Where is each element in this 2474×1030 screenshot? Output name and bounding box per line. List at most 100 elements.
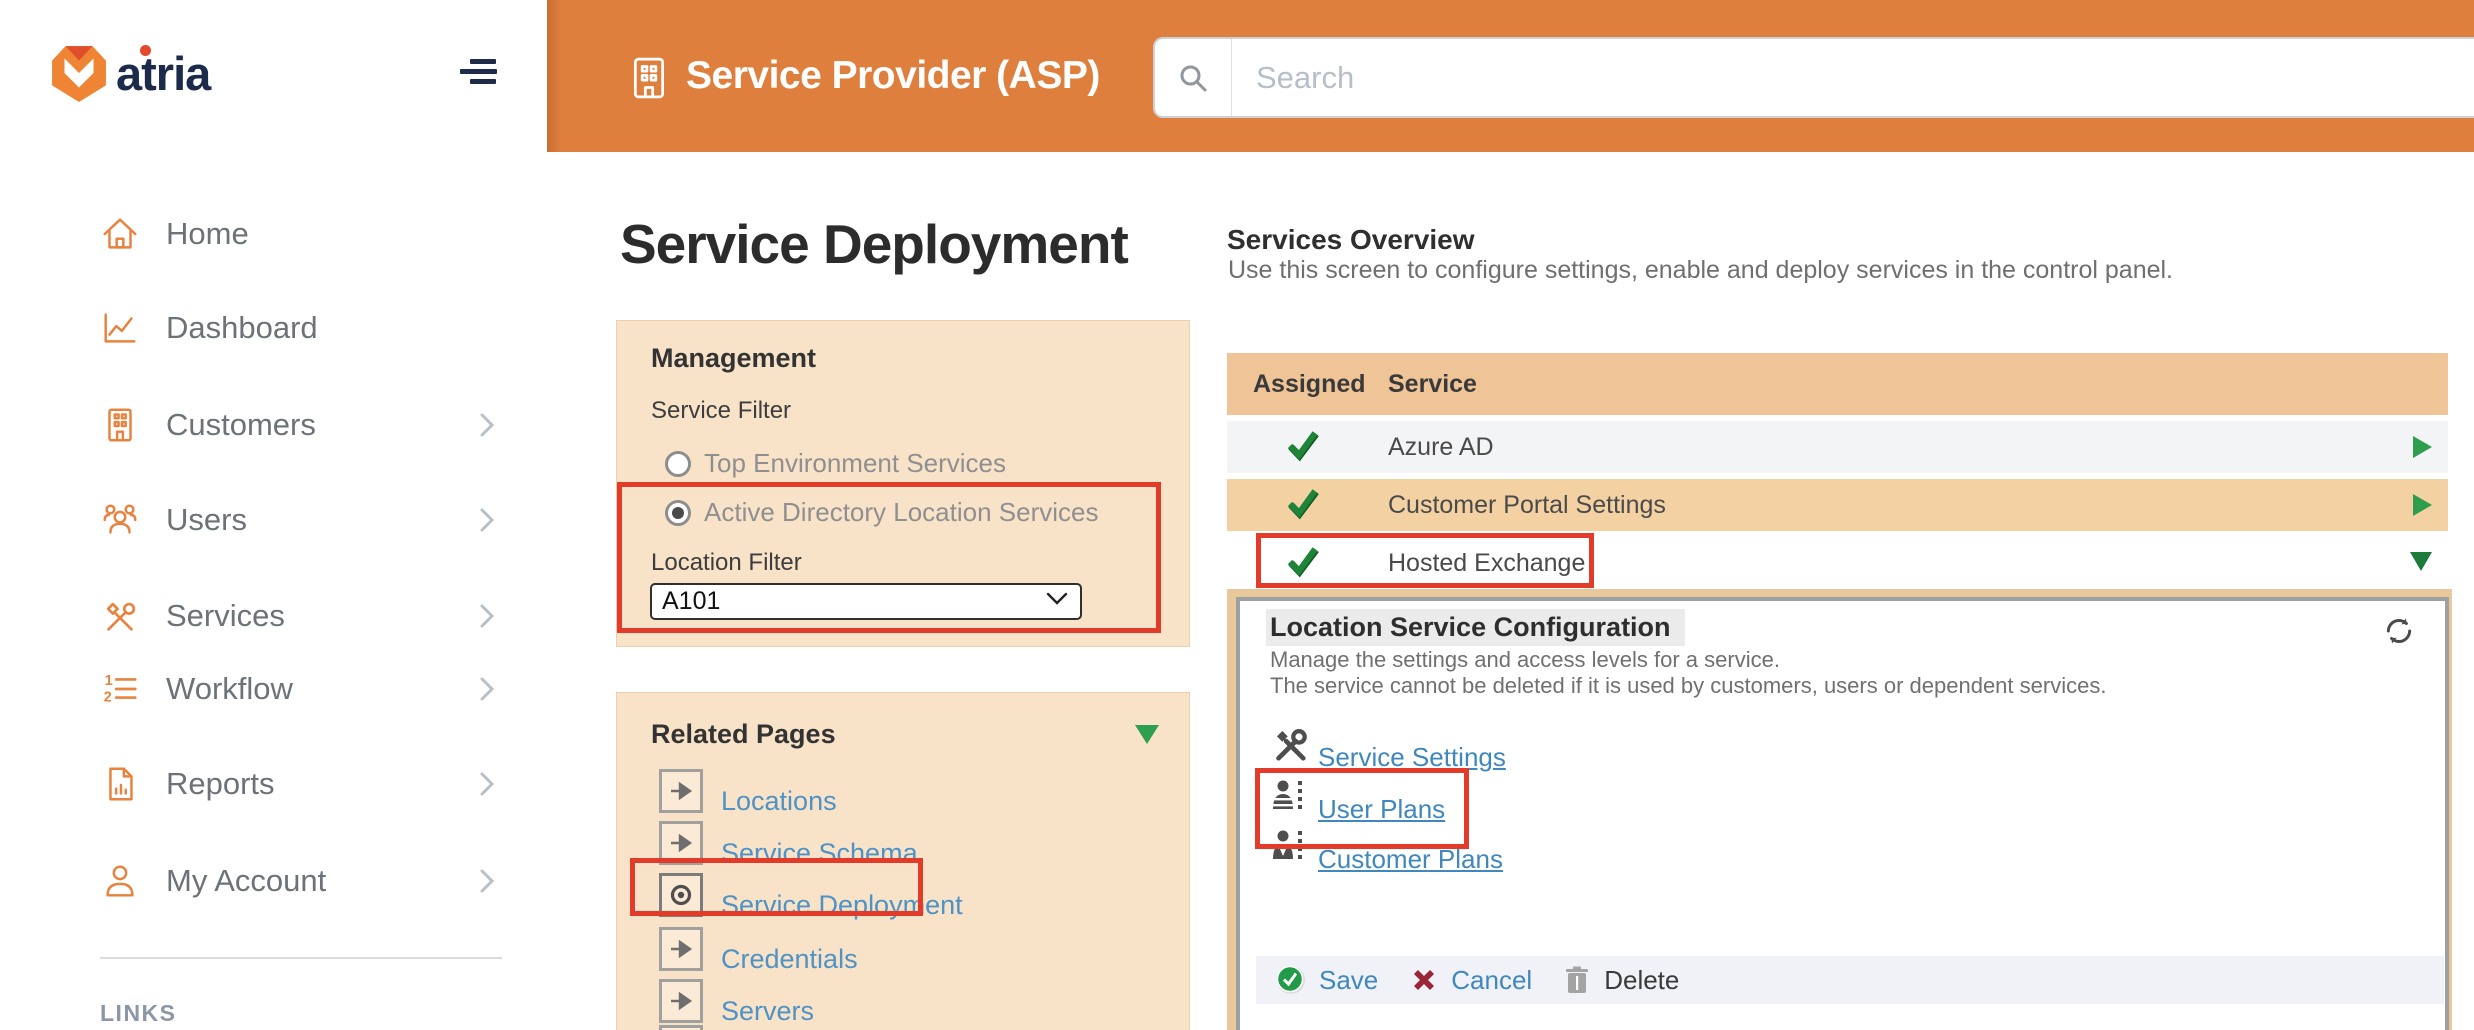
related-pages-title: Related Pages [651, 719, 836, 750]
forward-icon [659, 821, 703, 865]
forward-icon [659, 1025, 703, 1030]
sidebar-item-my-account[interactable]: My Account [0, 858, 547, 904]
table-row-customer-portal-settings[interactable]: Customer Portal Settings [1227, 479, 2448, 531]
sidebar-item-customers[interactable]: Customers [0, 402, 547, 448]
links-heading: LINKS [100, 1000, 177, 1027]
customers-icon [98, 403, 142, 447]
chevron-right-icon [480, 508, 494, 537]
svg-text:2: 2 [104, 689, 112, 705]
home-icon [98, 212, 142, 256]
sidebar: atria Home Dashboard [0, 0, 547, 1030]
service-name: Hosted Exchange [1388, 549, 1585, 578]
sidebar-item-home[interactable]: Home [0, 211, 547, 257]
delete-button[interactable]: Delete [1604, 965, 1679, 996]
related-page-service-deployment[interactable]: Service Deployment [659, 873, 963, 917]
sidebar-item-label: Workflow [166, 671, 293, 707]
management-panel-title: Management [651, 343, 816, 374]
user-plan-icon [1270, 779, 1308, 820]
table-row-azure-ad[interactable]: Azure AD [1227, 421, 2448, 473]
tools-icon [1270, 725, 1308, 768]
service-name: Customer Portal Settings [1388, 491, 1666, 520]
sidebar-collapse-icon[interactable] [460, 58, 498, 86]
collapse-triangle-icon[interactable] [2410, 552, 2432, 571]
services-overview-description: Use this screen to configure settings, e… [1228, 256, 2173, 285]
related-page-partial[interactable] [659, 1025, 703, 1030]
customer-plans-link[interactable]: Customer Plans [1270, 829, 1503, 870]
config-link-label: Customer Plans [1318, 844, 1503, 875]
atria-logo-text: atria [116, 50, 210, 97]
expand-triangle-icon[interactable] [2413, 494, 2432, 516]
save-button[interactable]: Save [1319, 965, 1378, 996]
sidebar-item-workflow[interactable]: 1 2 Workflow [0, 666, 547, 712]
forward-icon [659, 769, 703, 813]
radio-button-selected-icon [665, 500, 691, 526]
config-action-bar: Save Cancel Delete [1256, 956, 2444, 1004]
context-title: Service Provider (ASP) [686, 54, 1100, 98]
trash-icon[interactable] [1564, 965, 1590, 995]
expand-triangle-icon[interactable] [2413, 436, 2432, 458]
building-icon [628, 57, 670, 104]
related-page-label: Service Schema [721, 838, 918, 869]
search-box [1153, 37, 2474, 118]
sidebar-item-users[interactable]: Users [0, 497, 547, 543]
chevron-right-icon [480, 604, 494, 633]
service-deployment-page: atria Home Dashboard [0, 0, 2474, 1030]
config-description-line2: The service cannot be deleted if it is u… [1270, 673, 2106, 699]
atria-logo[interactable]: atria [52, 44, 210, 102]
customer-plan-icon [1270, 829, 1308, 870]
config-description-line1: Manage the settings and access levels fo… [1270, 647, 1780, 673]
location-filter-select[interactable]: A101 [650, 583, 1082, 620]
service-filter-label: Service Filter [651, 397, 791, 425]
chevron-right-icon [480, 677, 494, 706]
collapse-triangle-icon[interactable] [1135, 725, 1159, 744]
related-pages-panel: Related Pages Locations Service Schema S… [616, 692, 1190, 1030]
sidebar-item-label: Reports [166, 766, 275, 802]
management-panel: Management Service Filter Top Environmen… [616, 320, 1190, 647]
radio-button-icon [665, 451, 691, 477]
sidebar-item-reports[interactable]: Reports [0, 761, 547, 807]
radio-active-directory-location-services[interactable]: Active Directory Location Services [665, 497, 1098, 528]
sidebar-item-label: Services [166, 598, 285, 634]
forward-icon [659, 927, 703, 971]
location-filter-value: A101 [652, 587, 1046, 616]
cancel-button[interactable]: Cancel [1451, 965, 1532, 996]
cancel-x-icon[interactable] [1410, 966, 1438, 994]
save-check-icon[interactable] [1276, 965, 1306, 995]
table-row-hosted-exchange[interactable]: Hosted Exchange [1227, 537, 2448, 589]
sidebar-item-label: Home [166, 216, 249, 252]
forward-icon [659, 979, 703, 1023]
related-page-label: Service Deployment [721, 890, 963, 921]
related-page-servers[interactable]: Servers [659, 979, 814, 1023]
sidebar-item-services[interactable]: Services [0, 593, 547, 639]
related-page-label: Credentials [721, 944, 858, 975]
refresh-icon[interactable] [2383, 615, 2415, 652]
services-table: Assigned Service Azure AD Customer Porta… [1227, 353, 2448, 589]
radio-label: Active Directory Location Services [704, 497, 1098, 528]
my-account-icon [98, 859, 142, 903]
chevron-right-icon [480, 413, 494, 442]
service-settings-link[interactable]: Service Settings [1270, 725, 1506, 768]
column-header-assigned: Assigned [1253, 370, 1366, 399]
config-link-label: Service Settings [1318, 742, 1506, 773]
logo-i-dot [140, 45, 151, 56]
config-link-label: User Plans [1318, 794, 1445, 825]
related-page-service-schema[interactable]: Service Schema [659, 821, 918, 865]
radio-label: Top Environment Services [704, 448, 1006, 479]
related-page-locations[interactable]: Locations [659, 769, 837, 813]
check-icon [1285, 488, 1321, 525]
radio-top-environment-services[interactable]: Top Environment Services [665, 448, 1006, 479]
page-title: Service Deployment [620, 212, 1128, 276]
sidebar-divider [100, 957, 502, 959]
search-input[interactable] [1232, 60, 2474, 96]
sidebar-item-dashboard[interactable]: Dashboard [0, 305, 547, 351]
search-icon [1155, 39, 1232, 116]
related-page-label: Servers [721, 996, 814, 1027]
dashboard-icon [98, 306, 142, 350]
chevron-right-icon [480, 869, 494, 898]
location-service-configuration-panel: Location Service Configuration Manage th… [1236, 597, 2449, 1030]
sidebar-item-label: Customers [166, 407, 316, 443]
services-overview-title: Services Overview [1227, 224, 1475, 256]
user-plans-link[interactable]: User Plans [1270, 779, 1445, 820]
related-page-credentials[interactable]: Credentials [659, 927, 858, 971]
column-header-service: Service [1388, 370, 1477, 399]
